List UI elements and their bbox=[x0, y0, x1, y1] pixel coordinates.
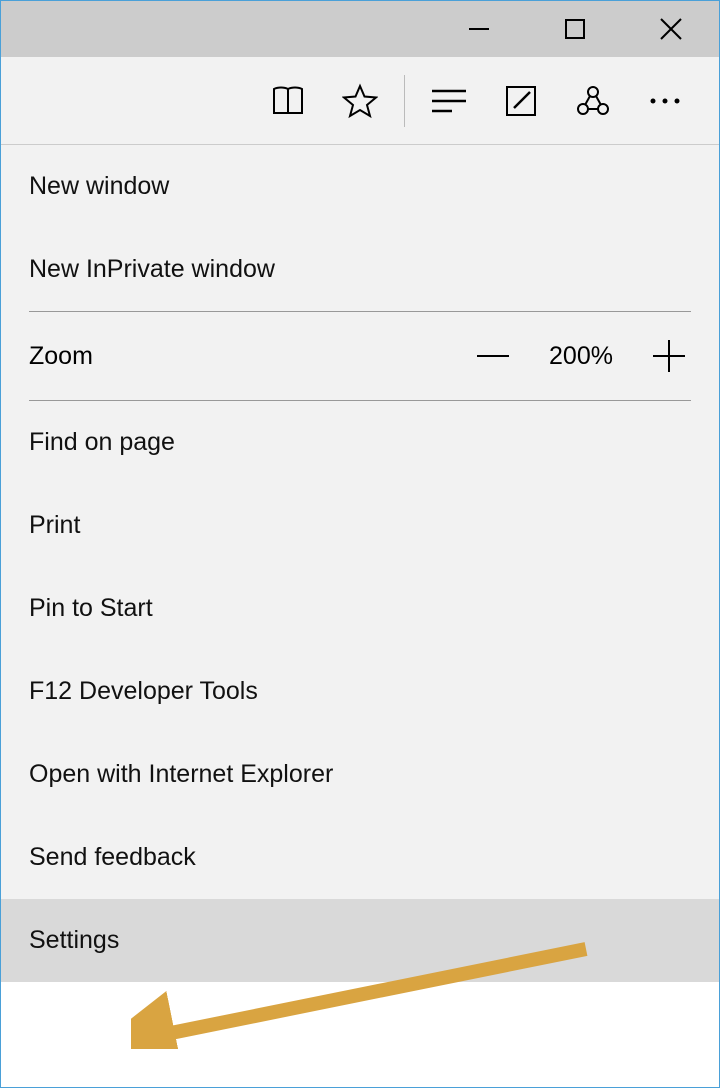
zoom-out-button[interactable] bbox=[471, 334, 515, 378]
window-titlebar bbox=[1, 1, 719, 57]
web-note-button[interactable] bbox=[485, 57, 557, 145]
note-icon bbox=[504, 84, 538, 118]
menu-item-zoom: Zoom 200% bbox=[1, 312, 719, 400]
favorites-button[interactable] bbox=[324, 57, 396, 145]
close-icon bbox=[658, 16, 684, 42]
maximize-icon bbox=[564, 18, 586, 40]
minimize-icon bbox=[467, 17, 491, 41]
menu-item-open-ie[interactable]: Open with Internet Explorer bbox=[1, 733, 719, 816]
zoom-label: Zoom bbox=[29, 342, 93, 371]
menu-item-new-window[interactable]: New window bbox=[1, 145, 719, 228]
minus-icon bbox=[473, 336, 513, 376]
browser-toolbar bbox=[1, 57, 719, 145]
more-menu: New window New InPrivate window Zoom 200… bbox=[1, 145, 719, 982]
menu-item-pin-to-start[interactable]: Pin to Start bbox=[1, 567, 719, 650]
more-button[interactable] bbox=[629, 57, 701, 145]
more-icon bbox=[647, 96, 683, 106]
star-icon bbox=[342, 83, 378, 119]
close-button[interactable] bbox=[623, 1, 719, 57]
share-button[interactable] bbox=[557, 57, 629, 145]
zoom-in-button[interactable] bbox=[647, 334, 691, 378]
maximize-button[interactable] bbox=[527, 1, 623, 57]
menu-item-send-feedback[interactable]: Send feedback bbox=[1, 816, 719, 899]
menu-item-print[interactable]: Print bbox=[1, 484, 719, 567]
lines-icon bbox=[430, 87, 468, 115]
menu-item-new-inprivate[interactable]: New InPrivate window bbox=[1, 228, 719, 311]
menu-item-dev-tools[interactable]: F12 Developer Tools bbox=[1, 650, 719, 733]
menu-item-settings[interactable]: Settings bbox=[1, 899, 719, 982]
reading-list-button[interactable] bbox=[252, 57, 324, 145]
book-icon bbox=[270, 83, 306, 119]
share-icon bbox=[575, 83, 611, 119]
menu-item-find[interactable]: Find on page bbox=[1, 401, 719, 484]
minimize-button[interactable] bbox=[431, 1, 527, 57]
plus-icon bbox=[649, 336, 689, 376]
hub-button[interactable] bbox=[413, 57, 485, 145]
toolbar-separator bbox=[404, 75, 405, 127]
zoom-value: 200% bbox=[545, 342, 617, 371]
zoom-controls: 200% bbox=[471, 334, 691, 378]
